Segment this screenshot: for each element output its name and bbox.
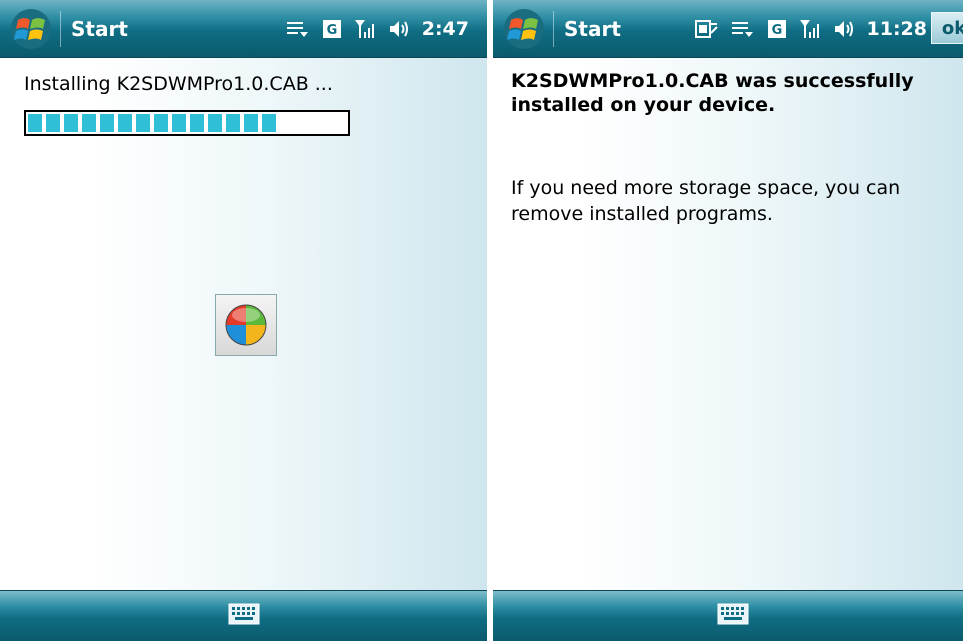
- install-status-label: Installing K2SDWMPro1.0.CAB ...: [24, 73, 333, 95]
- menu-lines-icon[interactable]: [286, 19, 310, 39]
- storage-hint-text: If you need more storage space, you can …: [511, 177, 901, 225]
- title-separator: [553, 10, 554, 47]
- progress-segment: [46, 114, 60, 132]
- installing-screen: Start G 2:47 Installing K2SDWMPro1.0.CAB…: [0, 0, 487, 641]
- menu-lines-icon[interactable]: [731, 19, 755, 39]
- progress-segment: [226, 114, 240, 132]
- title-bar: Start G 11:28 ok: [493, 0, 963, 58]
- clock[interactable]: 11:28: [867, 18, 927, 40]
- progress-segment: [64, 114, 78, 132]
- g-network-icon[interactable]: G: [767, 19, 787, 39]
- soft-key-bar: [0, 590, 487, 641]
- install-success-message: K2SDWMPro1.0.CAB was successfully instal…: [511, 70, 914, 116]
- busy-spinner: [215, 294, 277, 356]
- svg-text:G: G: [771, 23, 782, 38]
- content-area: K2SDWMPro1.0.CAB was successfully instal…: [493, 57, 963, 591]
- progress-segment: [208, 114, 222, 132]
- progress-segment: [118, 114, 132, 132]
- start-label: Start: [564, 16, 621, 41]
- status-tray: G 11:28: [694, 0, 927, 57]
- keyboard-icon[interactable]: [717, 603, 749, 625]
- volume-icon[interactable]: [388, 19, 410, 39]
- progress-segment: [100, 114, 114, 132]
- windows-busy-icon: [225, 304, 267, 346]
- g-network-icon[interactable]: G: [322, 19, 342, 39]
- windows-flag-icon: [11, 8, 51, 49]
- content-area: Installing K2SDWMPro1.0.CAB ...: [0, 57, 487, 591]
- svg-text:G: G: [326, 23, 337, 38]
- keyboard-icon[interactable]: [228, 603, 260, 625]
- progress-segment: [28, 114, 42, 132]
- progress-fill: [28, 114, 276, 132]
- progress-segment: [190, 114, 204, 132]
- progress-segment: [82, 114, 96, 132]
- start-button[interactable]: Start: [493, 0, 621, 57]
- progress-segment: [244, 114, 258, 132]
- signal-strength-icon[interactable]: [354, 18, 376, 40]
- progress-segment: [262, 114, 276, 132]
- install-progress-bar: [24, 110, 350, 136]
- sim-card-icon[interactable]: [694, 19, 719, 39]
- ok-button[interactable]: ok: [931, 12, 963, 44]
- status-tray: G 2:47: [286, 0, 469, 57]
- soft-key-bar: [493, 590, 963, 641]
- installed-screen: Start G 11:28 ok K2SDWMPro1.0.CAB was su…: [493, 0, 963, 641]
- title-separator: [60, 10, 61, 47]
- start-button[interactable]: Start: [0, 0, 128, 57]
- progress-segment: [172, 114, 186, 132]
- title-bar: Start G 2:47: [0, 0, 487, 58]
- progress-segment: [154, 114, 168, 132]
- start-label: Start: [71, 16, 128, 41]
- signal-strength-icon[interactable]: [799, 18, 821, 40]
- volume-icon[interactable]: [833, 19, 855, 39]
- progress-segment: [136, 114, 150, 132]
- windows-flag-icon: [504, 8, 544, 49]
- clock[interactable]: 2:47: [422, 18, 469, 40]
